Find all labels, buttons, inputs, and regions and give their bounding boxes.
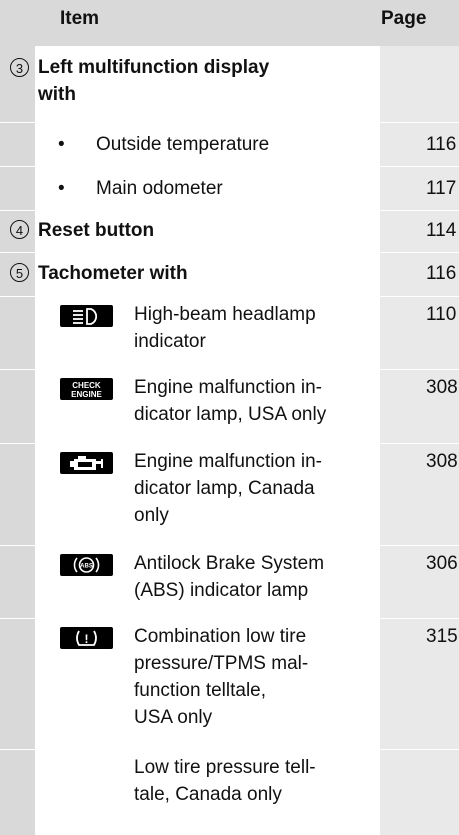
table-row: Engine malfunction in- dicator lamp, Can… bbox=[0, 444, 459, 545]
item-label: only bbox=[134, 505, 169, 526]
page-number: 308 bbox=[426, 377, 458, 398]
page-number: 110 bbox=[426, 304, 457, 325]
item-label: High-beam headlamp bbox=[134, 304, 316, 325]
table-row: CHECK ENGINE Engine malfunction in- dica… bbox=[0, 370, 459, 443]
item-label: Main odometer bbox=[96, 178, 223, 199]
check-engine-text1: CHECK bbox=[72, 381, 101, 390]
item-label: Low tire pressure tell- bbox=[134, 757, 316, 778]
item-page-table: Item Page 3 Left multifunction display w… bbox=[0, 0, 459, 835]
page-number: 308 bbox=[426, 451, 458, 472]
item-label: pressure/TPMS mal- bbox=[134, 653, 309, 674]
header-page: Page bbox=[381, 8, 427, 29]
item-label: dicator lamp, USA only bbox=[134, 404, 327, 425]
bullet: • bbox=[58, 134, 65, 155]
page-number: 116 bbox=[426, 134, 457, 155]
table-row: 4 Reset button 114 bbox=[0, 211, 459, 252]
item-label: Combination low tire bbox=[134, 626, 307, 647]
page-number: 315 bbox=[426, 626, 458, 647]
abs-text: ABS bbox=[80, 564, 93, 570]
bullet: • bbox=[58, 178, 65, 199]
page-number: 306 bbox=[426, 553, 458, 574]
item-label: Tachometer with bbox=[38, 263, 188, 284]
abs-icon: ABS bbox=[60, 554, 113, 576]
table-row: 3 Left multifunction display with bbox=[0, 46, 459, 122]
table-row: ! Combination low tire pressure/TPMS mal… bbox=[0, 619, 459, 749]
item-label: function telltale, bbox=[134, 680, 267, 701]
tire-pressure-text: ! bbox=[85, 632, 89, 646]
item-number-4: 4 bbox=[10, 220, 29, 239]
table-row: • Main odometer 117 bbox=[0, 167, 459, 210]
tire-pressure-icon: ! bbox=[60, 627, 113, 649]
item-label: Reset button bbox=[38, 220, 155, 241]
item-label: indicator bbox=[134, 331, 206, 352]
item-label: Outside temperature bbox=[96, 134, 270, 155]
item-number-5: 5 bbox=[10, 263, 29, 282]
table-row: • Outside temperature 116 bbox=[0, 123, 459, 166]
table-row: ABS Antilock Brake System (ABS) indicato… bbox=[0, 546, 459, 618]
check-engine-icon: CHECK ENGINE bbox=[60, 378, 113, 400]
engine-icon bbox=[60, 452, 113, 474]
high-beam-icon bbox=[60, 305, 113, 327]
table-row: Low tire pressure tell- tale, Canada onl… bbox=[0, 750, 459, 835]
table-row: 5 Tachometer with 116 bbox=[0, 253, 459, 296]
page-number: 114 bbox=[426, 220, 457, 241]
header-item: Item bbox=[60, 8, 100, 29]
page-number: 117 bbox=[426, 178, 457, 199]
item-number-3: 3 bbox=[10, 58, 29, 77]
item-label: (ABS) indicator lamp bbox=[134, 580, 309, 601]
item-label: tale, Canada only bbox=[134, 784, 282, 805]
check-engine-text2: ENGINE bbox=[71, 390, 102, 399]
item-label: with bbox=[38, 84, 76, 105]
table-header: Item Page bbox=[0, 0, 459, 46]
item-label: Left multifunction display bbox=[38, 57, 270, 78]
page-number: 116 bbox=[426, 263, 457, 284]
item-label: Engine malfunction in- bbox=[134, 451, 322, 472]
item-label: USA only bbox=[134, 707, 213, 728]
item-label: Antilock Brake System bbox=[134, 553, 325, 574]
item-label: Engine malfunction in- bbox=[134, 377, 322, 398]
item-label: dicator lamp, Canada bbox=[134, 478, 315, 499]
table-row: High-beam headlamp indicator 110 bbox=[0, 297, 459, 369]
